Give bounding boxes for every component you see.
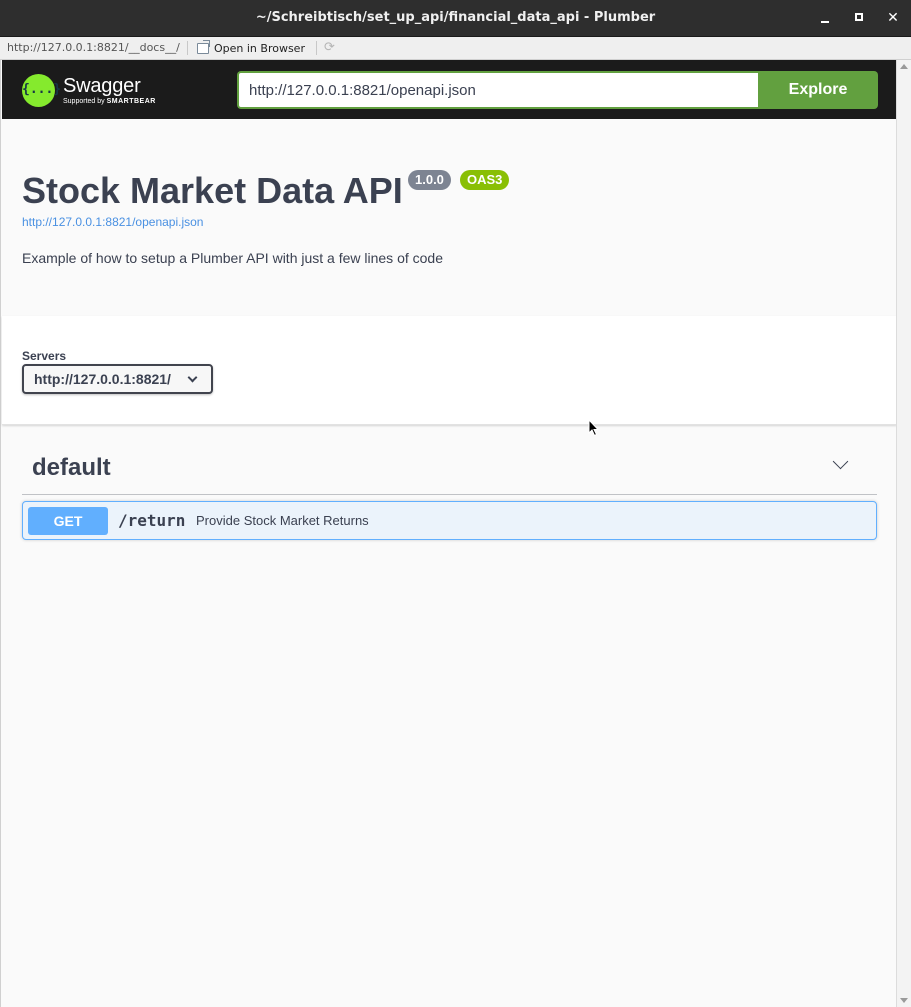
swagger-topbar: {...} Swagger Supported by SMARTBEAR Exp… (2, 60, 897, 119)
toolbar-divider (187, 41, 188, 55)
version-badge: 1.0.0 (408, 170, 451, 190)
toolbar-divider (316, 41, 317, 55)
servers-select[interactable]: http://127.0.0.1:8821/ (22, 364, 213, 394)
operation-summary: Provide Stock Market Returns (196, 513, 369, 528)
swagger-logo-text: Swagger Supported by SMARTBEAR (63, 76, 156, 105)
api-title: Stock Market Data API (22, 170, 403, 211)
api-description: Example of how to setup a Plumber API wi… (22, 250, 443, 266)
servers-label: Servers (22, 349, 67, 363)
chevron-down-icon (832, 453, 849, 470)
minimize-icon (821, 21, 829, 23)
maximize-icon (855, 13, 863, 21)
tag-name: default (32, 454, 111, 481)
oas-badge: OAS3 (460, 170, 510, 190)
scroll-up-icon[interactable] (900, 64, 908, 69)
tag-section-header[interactable]: default (22, 450, 877, 495)
logo-supported-brand: SMARTBEAR (106, 97, 156, 105)
window-titlebar: ~/Schreibtisch/set_up_api/financial_data… (0, 0, 911, 37)
servers-section: Servers http://127.0.0.1:8821/ (2, 316, 897, 425)
maximize-button[interactable] (849, 8, 869, 28)
swagger-logo-name: Swagger (63, 74, 141, 97)
expand-toggle[interactable] (831, 453, 851, 474)
open-in-browser-button[interactable]: Open in Browser (197, 39, 305, 56)
swagger-ui-frame: {...} Swagger Supported by SMARTBEAR Exp… (0, 60, 897, 1007)
window-title: ~/Schreibtisch/set_up_api/financial_data… (255, 10, 656, 25)
swagger-logo-subtitle: Supported by SMARTBEAR (63, 98, 156, 105)
scroll-down-icon[interactable] (900, 998, 908, 1003)
spec-url-input[interactable] (237, 71, 758, 109)
vertical-scrollbar[interactable] (896, 60, 911, 1007)
chevron-down-icon (187, 372, 198, 383)
explore-button[interactable]: Explore (758, 71, 878, 109)
refresh-icon[interactable]: ⟳ (324, 41, 338, 55)
spec-link[interactable]: http://127.0.0.1:8821/openapi.json (22, 215, 203, 229)
open-in-browser-label: Open in Browser (214, 41, 305, 55)
swagger-logo-icon: {...} (22, 73, 61, 107)
servers-selected-value: http://127.0.0.1:8821/ (34, 371, 171, 387)
close-button[interactable]: ✕ (883, 8, 903, 28)
operation-get-return[interactable]: GET /return Provide Stock Market Returns (22, 501, 877, 540)
swagger-logo[interactable]: {...} Swagger Supported by SMARTBEAR (22, 70, 156, 110)
viewer-url: http://127.0.0.1:8821/__docs__/ (7, 41, 180, 54)
external-link-icon (197, 39, 210, 54)
close-icon: ✕ (887, 10, 899, 26)
logo-supported-prefix: Supported by (63, 97, 107, 105)
operation-path: /return (118, 511, 186, 530)
viewer-toolbar: http://127.0.0.1:8821/__docs__/ Open in … (0, 37, 911, 60)
minimize-button[interactable] (815, 8, 835, 28)
http-method-badge: GET (28, 507, 108, 535)
